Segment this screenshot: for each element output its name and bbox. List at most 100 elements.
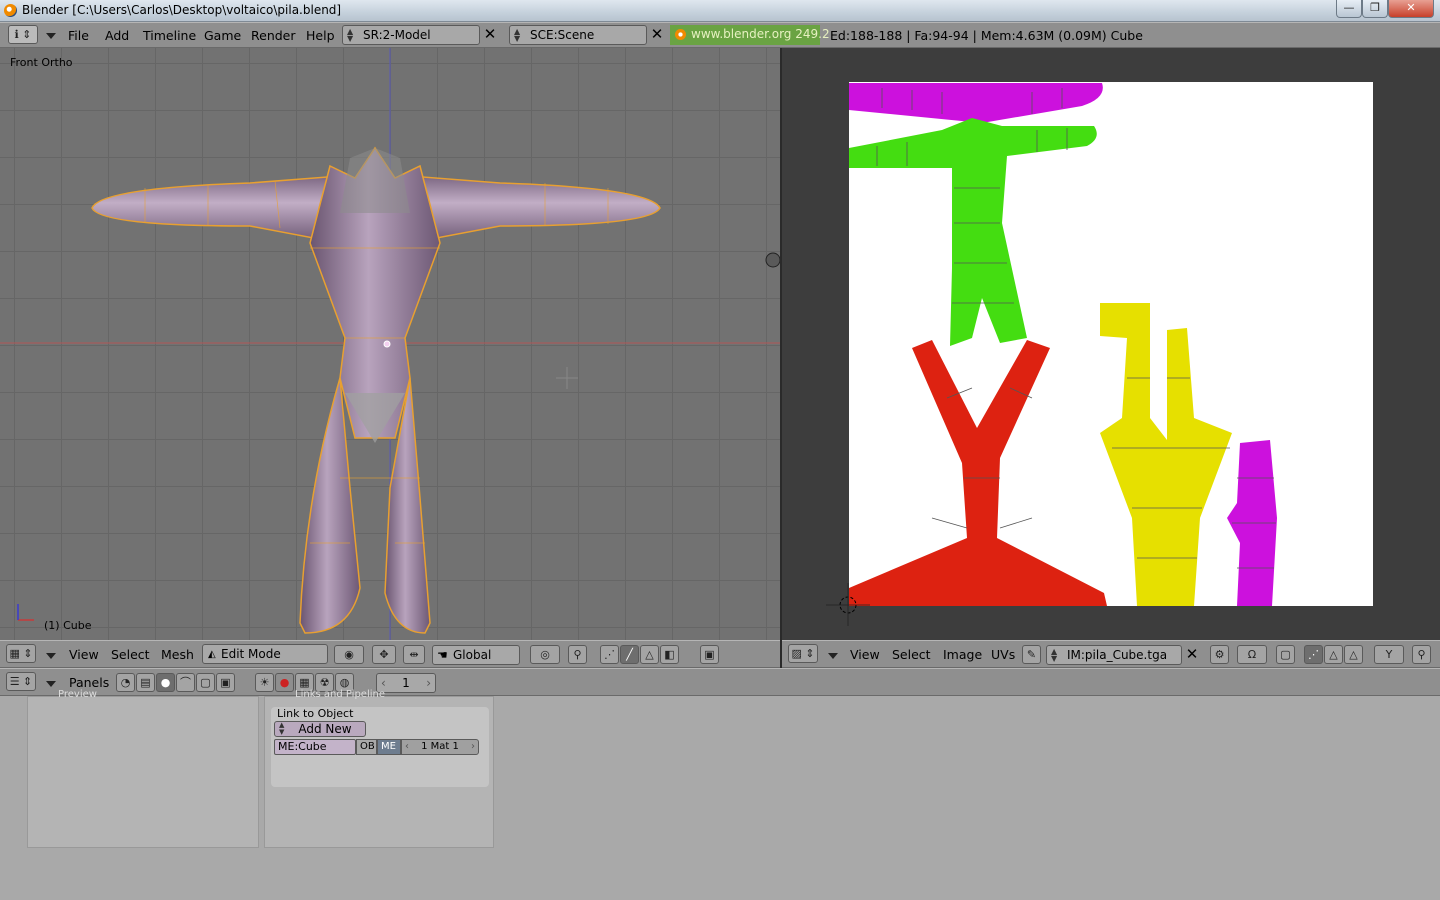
links-panel: Links and Pipeline Link to Object ▲ ▼ Add … xyxy=(264,689,494,848)
area-divider[interactable] xyxy=(780,48,782,668)
pivot-button[interactable]: ✥ xyxy=(372,645,396,664)
pack-image-button[interactable]: ⚙ xyxy=(1210,645,1229,664)
material-index: 1 Mat 1 xyxy=(421,741,459,752)
image-selector[interactable]: ▲ ▼ IM:pila_Cube.tga xyxy=(1046,645,1182,665)
uv-island-red xyxy=(849,340,1107,606)
menu-add[interactable]: Add xyxy=(105,23,129,47)
mode-label: Edit Mode xyxy=(221,647,281,661)
mesh-name-field[interactable]: ME:Cube xyxy=(274,739,356,755)
uv-menu-view[interactable]: View xyxy=(850,641,880,667)
links-box: Link to Object ▲ ▼ Add New ME:Cube OB ME ‹… xyxy=(271,707,489,787)
me-link-button[interactable]: ME xyxy=(377,739,401,755)
uv-vertex-select-button[interactable]: ⋰ xyxy=(1304,645,1323,664)
editing-context-icon[interactable]: ▢ xyxy=(196,673,215,692)
unlink-image-icon[interactable]: ✕ xyxy=(1183,645,1201,665)
editor-type-3d-button[interactable]: ▦ ⇕ xyxy=(6,644,36,663)
mat-prev-icon[interactable]: ‹ xyxy=(405,740,409,754)
website-badge[interactable]: www.blender.org 249.2 xyxy=(670,25,830,45)
mat-next-icon[interactable]: › xyxy=(471,740,475,754)
material-index-field[interactable]: ‹ 1 Mat 1 › xyxy=(401,739,479,755)
collapse-menu-icon[interactable] xyxy=(46,681,56,687)
uv-menu-select[interactable]: Select xyxy=(892,641,931,667)
logic-context-icon[interactable]: ◔ xyxy=(116,673,135,692)
hand-icon: ☚ xyxy=(437,648,448,662)
uv-menu-image[interactable]: Image xyxy=(943,641,982,667)
collapse-menu-icon[interactable] xyxy=(46,653,56,659)
3d-cursor-vertex xyxy=(383,340,391,348)
collapse-menu-icon[interactable] xyxy=(46,33,56,39)
lamp-icon[interactable]: ☀ xyxy=(255,673,274,692)
buttons-window: Preview Links and Pipeline Link to Objec… xyxy=(0,689,1440,900)
mode-selector[interactable]: ◭ Edit Mode xyxy=(202,644,328,664)
add-new-label: Add New xyxy=(298,722,352,736)
delete-screen-icon[interactable]: ✕ xyxy=(481,25,499,45)
material-ball-icon: ● xyxy=(279,676,290,689)
object-context-icon[interactable]: ⌒ xyxy=(176,673,195,692)
paint-brush-icon[interactable]: ✎ xyxy=(1022,645,1041,664)
frame-next-icon[interactable]: › xyxy=(426,674,431,692)
me-label: ME xyxy=(381,741,396,752)
editor-type-buttons-button[interactable]: ☰ ⇕ xyxy=(6,672,36,691)
draw-type-button[interactable]: ◉ xyxy=(334,645,364,664)
ob-label: OB xyxy=(360,741,375,752)
editor-type-info-button[interactable]: ℹ ⇕ xyxy=(8,25,38,44)
menu-timeline[interactable]: Timeline xyxy=(143,23,196,47)
close-window-button[interactable]: ✕ xyxy=(1388,0,1434,18)
snap-button[interactable]: ⚲ xyxy=(568,645,587,664)
blender-logo-icon xyxy=(4,4,17,17)
screen-selector[interactable]: ▲ ▼ SR:2-Model xyxy=(342,25,480,45)
orientation-selector[interactable]: ☚ Global xyxy=(432,645,520,665)
scene-selector[interactable]: ▲ ▼ SCE:Scene xyxy=(509,25,647,45)
window-titlebar: Blender [C:\Users\Carlos\Desktop\voltaic… xyxy=(0,0,1440,22)
menu-view[interactable]: View xyxy=(69,641,99,667)
sync-select-button[interactable]: ▢ xyxy=(1276,645,1295,664)
screen-name: SR:2-Model xyxy=(363,28,431,42)
window-title: Blender [C:\Users\Carlos\Desktop\voltaic… xyxy=(22,3,342,17)
menu-select[interactable]: Select xyxy=(111,641,150,667)
uv-island-yellow xyxy=(1100,303,1232,606)
edge-select-button[interactable]: ╱ xyxy=(620,645,639,664)
minimize-button[interactable]: — xyxy=(1336,0,1362,18)
uv-snap-button[interactable]: ⚲ xyxy=(1412,645,1431,664)
menu-mesh[interactable]: Mesh xyxy=(161,641,194,667)
preview-panel: Preview xyxy=(27,689,259,848)
material-icon[interactable]: ● xyxy=(275,673,294,692)
uv-island-magenta-top xyxy=(849,83,1103,123)
render-preview-button[interactable]: ▣ xyxy=(700,645,719,664)
delete-scene-icon[interactable]: ✕ xyxy=(648,25,666,45)
chest-texture-patch xyxy=(340,148,410,213)
uv-sticky-button[interactable]: Y xyxy=(1374,645,1404,664)
maximize-button[interactable]: ❐ xyxy=(1362,0,1388,18)
manipulator-button[interactable]: ⇹ xyxy=(403,645,425,664)
occlude-button[interactable]: ◧ xyxy=(660,645,679,664)
uv-image-editor[interactable] xyxy=(782,48,1440,640)
info-header: ℹ ⇕ File Add Timeline Game Render Help ▲… xyxy=(0,22,1440,48)
uv-face-select-button[interactable]: △ xyxy=(1324,645,1343,664)
proportional-edit-button[interactable]: ◎ xyxy=(530,645,560,664)
menu-file[interactable]: File xyxy=(68,23,89,47)
add-new-button[interactable]: ▲ ▼ Add New xyxy=(274,721,366,737)
active-object-label: (1) Cube xyxy=(44,619,92,632)
buttons-header: ☰ ⇕ Panels ◔ ▤ ● ⌒ ▢ ▣ ☀ ● ▦ ☢ ◍ ‹ 1 › xyxy=(0,668,1440,696)
shading-context-icon[interactable]: ● xyxy=(156,673,175,692)
menu-help[interactable]: Help xyxy=(306,23,335,47)
vertex-select-button[interactable]: ⋰ xyxy=(600,645,619,664)
script-context-icon[interactable]: ▤ xyxy=(136,673,155,692)
blender-app: Blender [C:\Users\Carlos\Desktop\voltaic… xyxy=(0,0,1440,900)
scene-context-icon[interactable]: ▣ xyxy=(216,673,235,692)
view-label: Front Ortho xyxy=(10,56,73,69)
face-select-button[interactable]: △ xyxy=(640,645,659,664)
3d-viewport[interactable]: Front Ortho (1) Cube xyxy=(0,48,780,640)
website-link[interactable]: www.blender.org 249.2 xyxy=(691,27,830,41)
uv-island-select-button[interactable]: △ xyxy=(1344,645,1363,664)
menu-render[interactable]: Render xyxy=(251,23,296,47)
menu-game[interactable]: Game xyxy=(204,23,241,47)
collapse-menu-icon[interactable] xyxy=(828,653,838,659)
uv-menu-uvs[interactable]: UVs xyxy=(991,641,1015,667)
editor-type-uv-button[interactable]: ▨ ⇕ xyxy=(788,644,818,663)
links-panel-title: Links and Pipeline xyxy=(295,689,385,700)
frame-number-field[interactable]: ‹ 1 › xyxy=(376,673,436,693)
pivot-uv-button[interactable]: Ω xyxy=(1237,645,1267,664)
ob-link-button[interactable]: OB xyxy=(356,739,377,755)
edit-mode-icon: ◭ xyxy=(208,649,216,660)
